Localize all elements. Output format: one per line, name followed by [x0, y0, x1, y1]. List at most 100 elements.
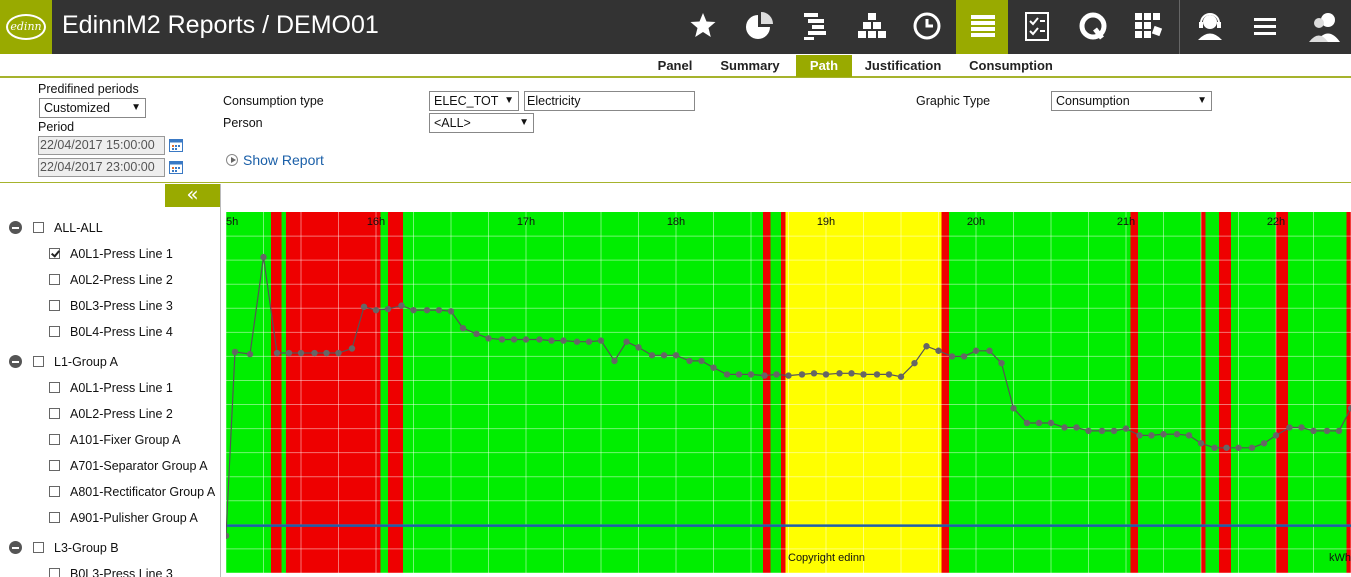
data-point — [459, 324, 467, 332]
predefined-periods-select[interactable]: Customized ▼ — [39, 98, 146, 118]
x-tick-label: 16h — [367, 216, 385, 228]
data-point — [1110, 427, 1118, 435]
person-label: Person — [223, 116, 263, 130]
menu-icon[interactable] — [1240, 0, 1292, 54]
hierarchy-icon[interactable] — [845, 0, 897, 54]
pie-chart-icon[interactable] — [732, 0, 784, 54]
tree-checkbox[interactable] — [49, 408, 60, 419]
collapse-toggle-icon[interactable] — [9, 221, 22, 234]
show-report-button[interactable]: Show Report — [226, 152, 324, 168]
data-point — [1248, 444, 1256, 451]
tree-item[interactable]: B0L3-Press Line 3 — [0, 566, 220, 577]
graphic-type-value: Consumption — [1056, 94, 1130, 108]
tree-item[interactable]: A801-Rectificator Group A — [0, 484, 220, 500]
filter-panel: Predifined periods Customized ▼ Period 2… — [0, 80, 1351, 183]
q-icon[interactable] — [1066, 0, 1118, 54]
tree-checkbox[interactable] — [49, 382, 60, 393]
tree-checkbox[interactable] — [49, 300, 60, 311]
state-band — [1219, 212, 1231, 573]
tree-checkbox[interactable] — [49, 274, 60, 285]
tree-item[interactable]: A0L1-Press Line 1 — [0, 380, 220, 396]
data-point — [1235, 444, 1242, 451]
tree-checkbox[interactable] — [49, 568, 60, 577]
data-point — [1122, 425, 1130, 432]
data-point — [860, 371, 867, 378]
consumption-type-name-field[interactable]: Electricity — [524, 91, 695, 111]
data-point — [635, 344, 642, 351]
data-point — [1223, 444, 1230, 451]
logo[interactable]: edinn — [0, 0, 52, 54]
data-point — [660, 352, 668, 359]
state-band — [1346, 212, 1351, 573]
data-point — [960, 353, 968, 360]
data-point — [698, 357, 705, 365]
gantt-icon[interactable] — [790, 0, 842, 54]
tree-item[interactable]: A0L2-Press Line 2 — [0, 272, 220, 288]
graphic-type-select[interactable]: Consumption ▼ — [1051, 91, 1212, 111]
tree-item[interactable]: A101-Fixer Group A — [0, 432, 220, 448]
state-band — [1288, 212, 1347, 573]
predefined-periods-value: Customized — [44, 101, 110, 115]
star-icon[interactable] — [677, 0, 729, 54]
double-chevron-left-icon: « — [186, 182, 199, 206]
state-band — [1231, 212, 1276, 573]
period-to-input[interactable]: 22/04/2017 23:00:00 — [38, 158, 165, 177]
tab-justification[interactable]: Justification — [860, 55, 946, 77]
tree-checkbox[interactable] — [33, 222, 44, 233]
x-tick-label: 21h — [1117, 216, 1135, 228]
data-point — [510, 336, 518, 343]
data-point — [548, 337, 555, 344]
dropdown-arrow-icon: ▼ — [519, 117, 529, 128]
tree-item[interactable]: B0L4-Press Line 4 — [0, 324, 220, 340]
users-icon[interactable] — [1296, 0, 1348, 54]
tree-checkbox[interactable] — [33, 542, 44, 553]
tree-checkbox[interactable] — [49, 460, 60, 471]
tree-item[interactable]: A0L2-Press Line 2 — [0, 406, 220, 422]
tree-checkbox[interactable] — [33, 356, 44, 367]
period-from-input[interactable]: 22/04/2017 15:00:00 — [38, 136, 165, 155]
calendar-icon[interactable] — [169, 138, 183, 152]
tree-item-label: A0L2-Press Line 2 — [70, 407, 173, 421]
data-point — [810, 370, 818, 377]
tree-item-label: L3-Group B — [54, 541, 119, 555]
tree-checkbox[interactable] — [49, 434, 60, 445]
collapse-panel-button[interactable]: « — [165, 184, 220, 207]
grid-icon[interactable] — [1121, 0, 1173, 54]
tree-item[interactable]: B0L3-Press Line 3 — [0, 298, 220, 314]
tree-checkbox[interactable] — [49, 326, 60, 337]
data-point — [672, 352, 680, 359]
tree-group[interactable]: L3-Group B — [0, 540, 220, 556]
tree-checkbox[interactable] — [49, 486, 60, 497]
person-select[interactable]: <ALL> ▼ — [429, 113, 534, 133]
tab-panel[interactable]: Panel — [648, 55, 702, 77]
collapse-toggle-icon[interactable] — [9, 355, 22, 368]
data-point — [785, 372, 792, 379]
support-agent-icon[interactable] — [1183, 0, 1235, 54]
collapse-toggle-icon[interactable] — [9, 541, 22, 554]
data-point — [1098, 427, 1106, 435]
data-point — [848, 370, 855, 377]
tab-path[interactable]: Path — [796, 55, 852, 77]
data-point — [822, 371, 830, 378]
tree-group[interactable]: L1-Group A — [0, 354, 220, 370]
consumption-type-select[interactable]: ELEC_TOT ▼ — [429, 91, 519, 111]
tree-item-label: B0L3-Press Line 3 — [70, 567, 173, 577]
tree-item[interactable]: A901-Pulisher Group A — [0, 510, 220, 526]
data-point — [447, 308, 455, 315]
tree-item[interactable]: A701-Separator Group A — [0, 458, 220, 474]
data-point — [923, 343, 930, 350]
tree-checkbox[interactable] — [49, 512, 60, 523]
calendar-icon[interactable] — [169, 160, 183, 174]
tab-summary[interactable]: Summary — [712, 55, 788, 77]
tree-checkbox[interactable] — [49, 248, 60, 259]
tree-item[interactable]: A0L1-Press Line 1 — [0, 246, 220, 262]
checklist-icon[interactable] — [1010, 0, 1062, 54]
data-point — [885, 371, 893, 378]
clock-icon[interactable] — [900, 0, 952, 54]
stack-icon[interactable] — [956, 0, 1008, 54]
tree-group[interactable]: ALL-ALL — [0, 220, 220, 236]
state-band — [281, 212, 286, 573]
tab-consumption[interactable]: Consumption — [962, 55, 1060, 77]
tree-item-label: A701-Separator Group A — [70, 459, 208, 473]
data-point — [798, 371, 806, 378]
